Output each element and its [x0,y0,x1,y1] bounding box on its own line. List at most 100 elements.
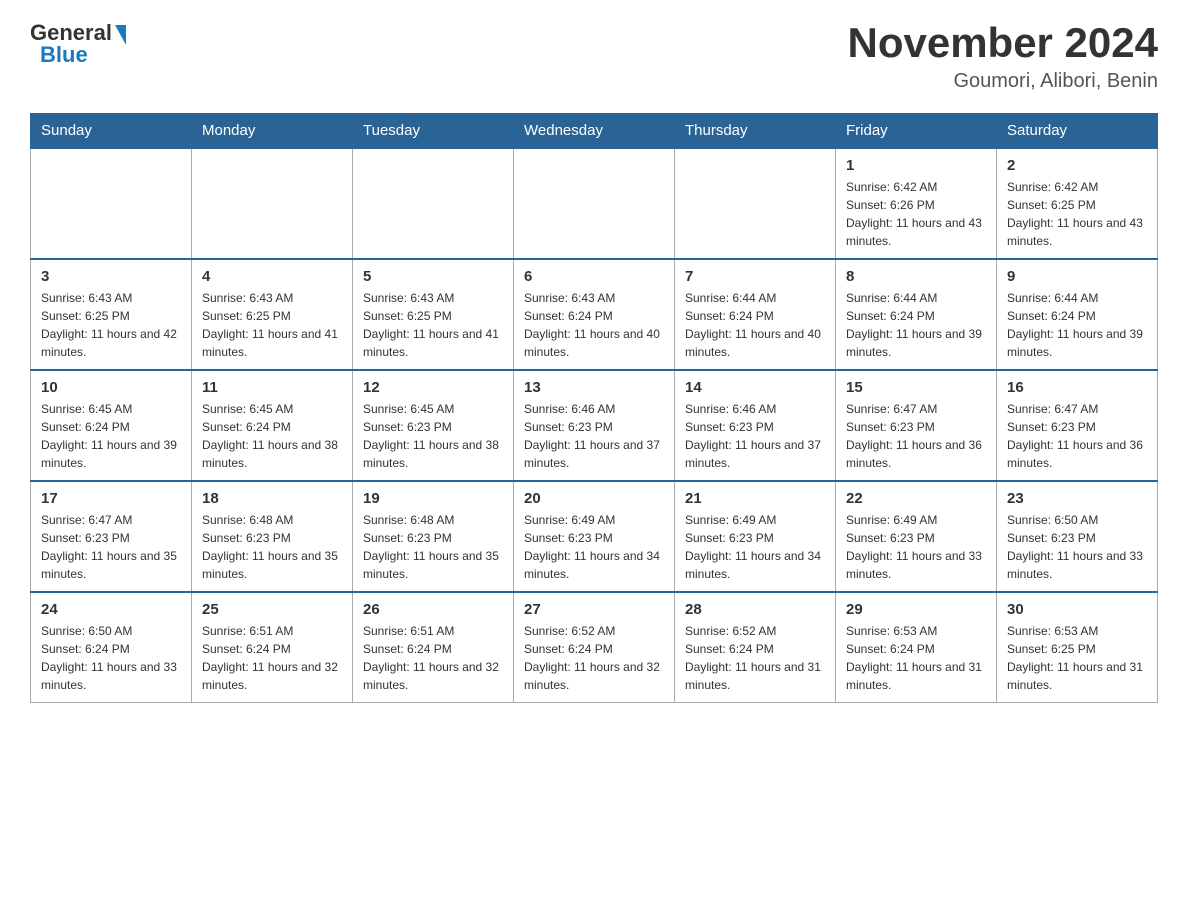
day-number: 17 [41,490,181,507]
day-number: 11 [202,379,342,396]
calendar-week-row: 17 Sunrise: 6:47 AM Sunset: 6:23 PM Dayli… [31,481,1158,592]
day-info: Sunrise: 6:53 AM Sunset: 6:24 PM Dayligh… [846,622,986,694]
calendar-day-cell: 2 Sunrise: 6:42 AM Sunset: 6:25 PM Daylig… [997,148,1158,259]
calendar-day-cell: 18 Sunrise: 6:48 AM Sunset: 6:23 PM Dayli… [192,481,353,592]
day-info: Sunrise: 6:43 AM Sunset: 6:25 PM Dayligh… [41,289,181,361]
day-number: 28 [685,601,825,618]
day-info: Sunrise: 6:45 AM Sunset: 6:24 PM Dayligh… [202,400,342,472]
calendar-subtitle: Goumori, Alibori, Benin [847,70,1158,93]
calendar-day-cell: 4 Sunrise: 6:43 AM Sunset: 6:25 PM Daylig… [192,259,353,370]
day-number: 20 [524,490,664,507]
calendar-week-row: 24Sunrise: 6:50 AM Sunset: 6:24 PM Dayli… [31,592,1158,703]
day-info: Sunrise: 6:50 AM Sunset: 6:23 PM Dayligh… [1007,511,1147,583]
day-number: 8 [846,268,986,285]
calendar-day-cell: 14 Sunrise: 6:46 AM Sunset: 6:23 PM Dayli… [675,370,836,481]
day-info: Sunrise: 6:44 AM Sunset: 6:24 PM Dayligh… [1007,289,1147,361]
day-info: Sunrise: 6:52 AM Sunset: 6:24 PM Dayligh… [685,622,825,694]
day-info: Sunrise: 6:51 AM Sunset: 6:24 PM Dayligh… [202,622,342,694]
day-number: 19 [363,490,503,507]
day-info: Sunrise: 6:47 AM Sunset: 6:23 PM Dayligh… [41,511,181,583]
day-number: 15 [846,379,986,396]
calendar-day-cell: 15 Sunrise: 6:47 AM Sunset: 6:23 PM Dayli… [836,370,997,481]
calendar-day-cell: 9Sunrise: 6:44 AM Sunset: 6:24 PM Daylig… [997,259,1158,370]
day-number: 27 [524,601,664,618]
calendar-day-cell: 17 Sunrise: 6:47 AM Sunset: 6:23 PM Dayli… [31,481,192,592]
calendar-day-cell: 27 Sunrise: 6:52 AM Sunset: 6:24 PM Dayli… [514,592,675,703]
calendar-day-cell: 21 Sunrise: 6:49 AM Sunset: 6:23 PM Dayli… [675,481,836,592]
calendar-day-cell: 11 Sunrise: 6:45 AM Sunset: 6:24 PM Dayli… [192,370,353,481]
calendar-day-cell: 25Sunrise: 6:51 AM Sunset: 6:24 PM Dayli… [192,592,353,703]
day-info: Sunrise: 6:48 AM Sunset: 6:23 PM Dayligh… [363,511,503,583]
calendar-day-cell: 5 Sunrise: 6:43 AM Sunset: 6:25 PM Daylig… [353,259,514,370]
calendar-day-cell: 19 Sunrise: 6:48 AM Sunset: 6:23 PM Dayli… [353,481,514,592]
day-number: 5 [363,268,503,285]
day-info: Sunrise: 6:45 AM Sunset: 6:24 PM Dayligh… [41,400,181,472]
title-section: November 2024 Goumori, Alibori, Benin [847,20,1158,93]
logo-blue-text: Blue [40,42,88,68]
day-info: Sunrise: 6:42 AM Sunset: 6:25 PM Dayligh… [1007,178,1147,250]
day-number: 30 [1007,601,1147,618]
calendar-day-cell: 6 Sunrise: 6:43 AM Sunset: 6:24 PM Daylig… [514,259,675,370]
calendar-day-cell: 7 Sunrise: 6:44 AM Sunset: 6:24 PM Daylig… [675,259,836,370]
day-number: 6 [524,268,664,285]
day-number: 26 [363,601,503,618]
calendar-day-cell [31,148,192,259]
day-number: 16 [1007,379,1147,396]
calendar-day-cell: 10Sunrise: 6:45 AM Sunset: 6:24 PM Dayli… [31,370,192,481]
calendar-day-cell [192,148,353,259]
logo: General Blue [30,20,126,68]
calendar-day-cell: 26 Sunrise: 6:51 AM Sunset: 6:24 PM Dayli… [353,592,514,703]
day-number: 22 [846,490,986,507]
day-info: Sunrise: 6:49 AM Sunset: 6:23 PM Dayligh… [524,511,664,583]
day-number: 29 [846,601,986,618]
day-info: Sunrise: 6:47 AM Sunset: 6:23 PM Dayligh… [1007,400,1147,472]
day-info: Sunrise: 6:43 AM Sunset: 6:24 PM Dayligh… [524,289,664,361]
calendar-header-row: SundayMondayTuesdayWednesdayThursdayFrid… [31,114,1158,149]
day-number: 18 [202,490,342,507]
day-number: 4 [202,268,342,285]
calendar-day-cell: 28 Sunrise: 6:52 AM Sunset: 6:24 PM Dayli… [675,592,836,703]
calendar-day-cell [675,148,836,259]
day-info: Sunrise: 6:44 AM Sunset: 6:24 PM Dayligh… [846,289,986,361]
day-info: Sunrise: 6:44 AM Sunset: 6:24 PM Dayligh… [685,289,825,361]
page-header: General Blue November 2024 Goumori, Alib… [30,20,1158,93]
calendar-day-cell: 23 Sunrise: 6:50 AM Sunset: 6:23 PM Dayli… [997,481,1158,592]
calendar-day-header: Wednesday [514,114,675,149]
day-info: Sunrise: 6:42 AM Sunset: 6:26 PM Dayligh… [846,178,986,250]
calendar-day-cell: 12Sunrise: 6:45 AM Sunset: 6:23 PM Dayli… [353,370,514,481]
calendar-day-header: Tuesday [353,114,514,149]
calendar-day-cell [514,148,675,259]
calendar-day-cell: 22 Sunrise: 6:49 AM Sunset: 6:23 PM Dayli… [836,481,997,592]
day-info: Sunrise: 6:43 AM Sunset: 6:25 PM Dayligh… [363,289,503,361]
day-info: Sunrise: 6:53 AM Sunset: 6:25 PM Dayligh… [1007,622,1147,694]
day-number: 12 [363,379,503,396]
day-number: 23 [1007,490,1147,507]
calendar-day-cell: 8 Sunrise: 6:44 AM Sunset: 6:24 PM Daylig… [836,259,997,370]
day-info: Sunrise: 6:51 AM Sunset: 6:24 PM Dayligh… [363,622,503,694]
day-number: 14 [685,379,825,396]
calendar-table: SundayMondayTuesdayWednesdayThursdayFrid… [30,113,1158,703]
day-info: Sunrise: 6:46 AM Sunset: 6:23 PM Dayligh… [685,400,825,472]
calendar-title: November 2024 [847,20,1158,66]
calendar-day-cell: 13Sunrise: 6:46 AM Sunset: 6:23 PM Dayli… [514,370,675,481]
calendar-day-cell [353,148,514,259]
day-number: 1 [846,157,986,174]
calendar-week-row: 1 Sunrise: 6:42 AM Sunset: 6:26 PM Daylig… [31,148,1158,259]
calendar-day-cell: 3 Sunrise: 6:43 AM Sunset: 6:25 PM Daylig… [31,259,192,370]
calendar-day-header: Saturday [997,114,1158,149]
day-info: Sunrise: 6:48 AM Sunset: 6:23 PM Dayligh… [202,511,342,583]
calendar-week-row: 3 Sunrise: 6:43 AM Sunset: 6:25 PM Daylig… [31,259,1158,370]
day-info: Sunrise: 6:49 AM Sunset: 6:23 PM Dayligh… [846,511,986,583]
day-info: Sunrise: 6:43 AM Sunset: 6:25 PM Dayligh… [202,289,342,361]
day-info: Sunrise: 6:52 AM Sunset: 6:24 PM Dayligh… [524,622,664,694]
day-number: 3 [41,268,181,285]
day-number: 21 [685,490,825,507]
day-info: Sunrise: 6:49 AM Sunset: 6:23 PM Dayligh… [685,511,825,583]
day-info: Sunrise: 6:47 AM Sunset: 6:23 PM Dayligh… [846,400,986,472]
day-number: 2 [1007,157,1147,174]
day-number: 7 [685,268,825,285]
calendar-day-cell: 29 Sunrise: 6:53 AM Sunset: 6:24 PM Dayli… [836,592,997,703]
day-number: 13 [524,379,664,396]
calendar-week-row: 10Sunrise: 6:45 AM Sunset: 6:24 PM Dayli… [31,370,1158,481]
calendar-day-header: Friday [836,114,997,149]
